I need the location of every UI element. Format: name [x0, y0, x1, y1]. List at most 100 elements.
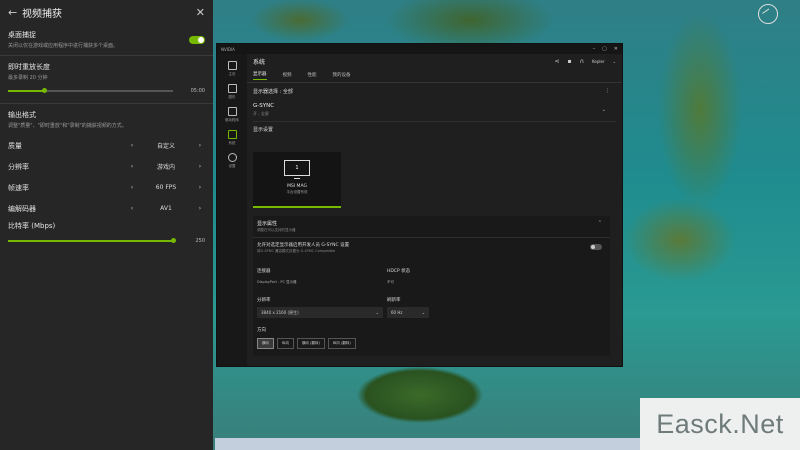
hdcp-label: HDCP 状态: [387, 269, 411, 274]
nav-item-drivers[interactable]: 驱动程序: [217, 107, 247, 123]
desktop-capture-desc: 关闭以仅在游戏或应用程序中进行捕获多个桌面。: [8, 43, 119, 49]
close-icon[interactable]: ✕: [196, 6, 205, 19]
option-framerate: 帧速率 ‹ 60 FPS ›: [8, 177, 205, 198]
watermark-text: Easck.Net: [656, 408, 784, 439]
chevron-right-icon[interactable]: ›: [196, 142, 204, 149]
refresh-label: 刷新率: [387, 298, 401, 303]
share-icon[interactable]: ⋖: [554, 58, 559, 65]
refresh-value: 60 Hz: [391, 310, 403, 315]
drivers-icon: [227, 107, 237, 116]
wallpaper-logo-icon: [758, 4, 778, 24]
app-sidebar: 主页 图形 驱动程序 系统 设置: [217, 54, 247, 366]
monitor-icon: 1: [284, 160, 310, 179]
taskbar: [215, 438, 640, 450]
headset-icon[interactable]: ∩: [580, 58, 584, 65]
maximize-icon[interactable]: ▢: [602, 46, 607, 52]
chevron-right-icon[interactable]: ›: [196, 205, 204, 212]
back-arrow-icon[interactable]: ←: [8, 6, 22, 19]
instant-replay-track: [8, 88, 173, 93]
instant-replay-value: 05:00: [190, 88, 205, 94]
tab-my-devices[interactable]: 我的设备: [333, 72, 351, 78]
gsync-status: 开 , 全屏: [253, 111, 269, 116]
account-name[interactable]: Kepler: [592, 59, 605, 64]
desktop-capture-toggle[interactable]: [189, 35, 205, 44]
tab-video[interactable]: 视频: [283, 72, 292, 78]
nav-label: 系统: [228, 141, 236, 145]
output-format-section: 输出格式 调整"质量"、"即时重放"和"录制"的捕获视频的方式。 质量 ‹ 自定…: [0, 104, 213, 253]
nav-label: 图形: [228, 95, 236, 99]
resolution-dropdown[interactable]: 3840 x 2160 (原生) ⌄: [257, 307, 383, 318]
chevron-left-icon[interactable]: ‹: [128, 184, 136, 191]
chevron-down-icon[interactable]: ⌄: [613, 59, 616, 64]
monitor-number: 1: [295, 165, 299, 171]
orientation-landscape-flipped[interactable]: 横向 (翻转): [297, 338, 325, 349]
nav-item-home[interactable]: 主页: [217, 61, 247, 77]
resolution-value: 3840 x 2160 (原生): [261, 309, 299, 315]
gsync-dev-toggle[interactable]: [590, 244, 602, 250]
chevron-left-icon[interactable]: ‹: [128, 142, 136, 149]
desktop-capture-section: 桌面捕捉 关闭以仅在游戏或应用程序中进行捕获多个桌面。: [0, 24, 213, 56]
bitrate-value: 250: [195, 238, 205, 244]
bitrate-knob[interactable]: [170, 238, 176, 243]
nav-label: 驱动程序: [225, 118, 239, 122]
nav-item-settings[interactable]: 设置: [217, 153, 247, 169]
instant-replay-desc: 最多录制 20 分钟: [8, 75, 48, 81]
orientation-portrait-flipped[interactable]: 纵向 (翻转): [327, 338, 356, 349]
gsync-dev-sub: 将G-SYNC 兼容模式设置为 G-SYNC Compatible: [257, 249, 336, 253]
bitrate-slider[interactable]: 250: [8, 235, 205, 247]
bitrate-label: 比特率 (Mbps): [8, 222, 56, 230]
bitrate-fill: [8, 240, 173, 242]
option-value: 60 FPS: [155, 184, 177, 191]
instant-replay-slider[interactable]: 05:00: [8, 85, 205, 97]
chevron-right-icon[interactable]: ›: [196, 163, 204, 170]
chevron-left-icon[interactable]: ‹: [128, 205, 136, 212]
instant-replay-knob[interactable]: [41, 88, 47, 93]
bitrate-track: [8, 238, 176, 243]
option-resolution: 分辨率 ‹ 游戏内 ›: [8, 156, 205, 177]
tab-bar: 显示器 视频 性能 我的设备: [247, 68, 622, 83]
tab-display[interactable]: 显示器: [253, 71, 267, 80]
nav-item-graphics[interactable]: 图形: [217, 84, 247, 100]
props-title: 显示属性: [257, 221, 278, 227]
props-sub: 调整在可以支持的显示器: [257, 228, 296, 232]
option-label: 编解码器: [8, 204, 36, 213]
option-codec: 编解码器 ‹ AV1 ›: [8, 198, 205, 219]
display-selector-label: 显示器选择 : 全部: [253, 89, 293, 95]
window-app-name: NVIDIA: [221, 46, 235, 52]
nav-label: 主页: [228, 72, 236, 76]
display-settings-heading: 显示设置: [253, 127, 274, 133]
orientation-landscape[interactable]: 横向: [257, 338, 274, 349]
panel-header: ← 视频捕获 ✕: [0, 0, 213, 24]
chevron-down-icon: ⌄: [421, 310, 425, 315]
tab-performance[interactable]: 性能: [308, 72, 317, 78]
video-capture-panel: ← 视频捕获 ✕ 桌面捕捉 关闭以仅在游戏或应用程序中进行捕获多个桌面。 即时重…: [0, 0, 213, 450]
orientation-group: 横向 纵向 横向 (翻转) 纵向 (翻转): [257, 338, 356, 349]
minimize-icon[interactable]: –: [593, 46, 596, 52]
instant-replay-section: 即时重放长度 最多录制 20 分钟 05:00: [0, 56, 213, 104]
more-icon[interactable]: ⋮: [605, 88, 610, 94]
refresh-dropdown[interactable]: 60 Hz ⌄: [387, 307, 429, 318]
monitor-card[interactable]: 1 MSI MAG 平台设置有效: [253, 152, 341, 208]
display-selector[interactable]: 显示器选择 : 全部 ⋮: [247, 88, 622, 95]
watermark: Easck.Net: [640, 398, 800, 450]
nav-label: 设置: [228, 164, 236, 168]
nav-item-system[interactable]: 系统: [217, 130, 247, 146]
chevron-down-icon[interactable]: ⌄: [602, 107, 606, 113]
monitor-sub: 平台设置有效: [286, 190, 308, 194]
orientation-portrait[interactable]: 纵向: [277, 338, 294, 349]
chevron-down-icon: ⌄: [375, 310, 379, 315]
chevron-right-icon[interactable]: ›: [196, 184, 204, 191]
page-title: 系统: [253, 58, 266, 66]
feedback-icon[interactable]: ▪: [568, 58, 572, 65]
gsync-row[interactable]: G-SYNC 开 , 全屏 ⌄: [253, 99, 616, 122]
system-icon: [227, 130, 237, 139]
gsync-title: G-SYNC: [253, 103, 275, 109]
content-header: 系统 ⋖ ▪ ∩ Kepler ⌄: [247, 54, 622, 68]
chevron-up-icon[interactable]: ⌃: [598, 220, 602, 226]
window-close-icon[interactable]: ✕: [614, 46, 618, 52]
resolution-label: 分辨率: [257, 298, 271, 303]
option-value: 自定义: [156, 143, 175, 150]
instant-replay-fill: [8, 90, 45, 92]
chevron-left-icon[interactable]: ‹: [128, 163, 136, 170]
instant-replay-label: 即时重放长度: [8, 63, 50, 71]
